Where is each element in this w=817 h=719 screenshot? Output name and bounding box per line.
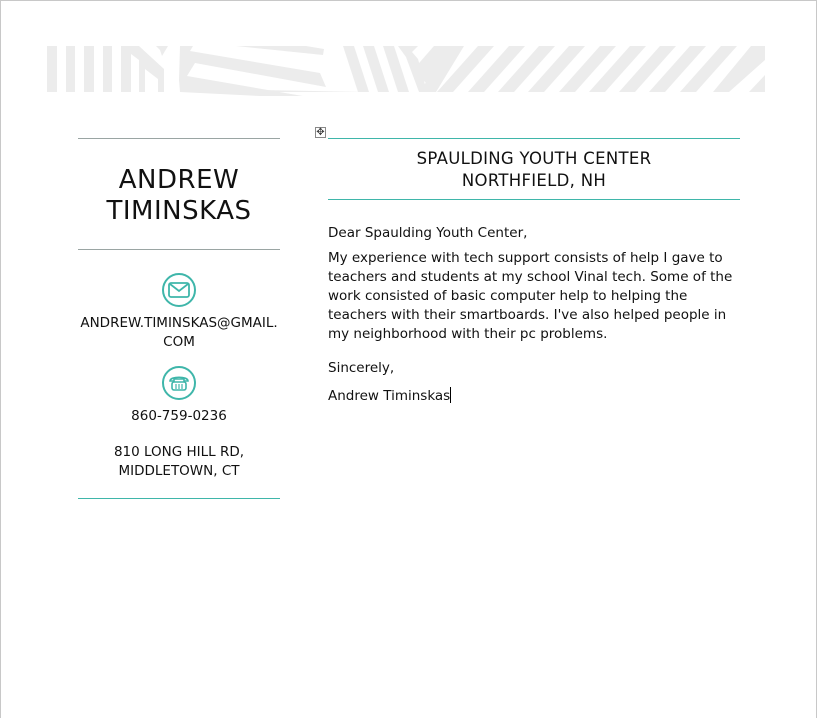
divider xyxy=(328,199,740,200)
letter-paragraph: My experience with tech support consists… xyxy=(328,250,733,342)
salutation: Dear Spaulding Youth Center, xyxy=(328,225,528,241)
table-move-handle-icon[interactable]: ✥ xyxy=(315,127,326,138)
sender-column: ANDREW TIMINSKAS ANDREW.TIMINSKAS@GMAIL.… xyxy=(78,138,280,499)
sender-name: ANDREW TIMINSKAS xyxy=(106,165,252,226)
header-pattern xyxy=(47,46,765,96)
sender-phone: 860-759-0236 xyxy=(131,408,227,424)
signature: Andrew Timinskas xyxy=(328,388,451,404)
recipient-block: SPAULDING YOUTH CENTER NORTHFIELD, NH xyxy=(416,149,652,190)
divider xyxy=(78,138,280,139)
text-cursor xyxy=(450,387,452,403)
signature-line: Andrew Timinskas xyxy=(328,387,740,406)
letter-body[interactable]: Dear Spaulding Youth Center, My experien… xyxy=(328,224,740,406)
letter-column: SPAULDING YOUTH CENTER NORTHFIELD, NH De… xyxy=(328,138,740,406)
closing: Sincerely, xyxy=(328,360,395,376)
telephone-icon xyxy=(162,366,196,400)
sender-email: ANDREW.TIMINSKAS@GMAIL. COM xyxy=(80,315,278,350)
envelope-icon xyxy=(162,273,196,307)
divider xyxy=(78,498,280,499)
sender-address: 810 LONG HILL RD, MIDDLETOWN, CT xyxy=(113,444,245,479)
